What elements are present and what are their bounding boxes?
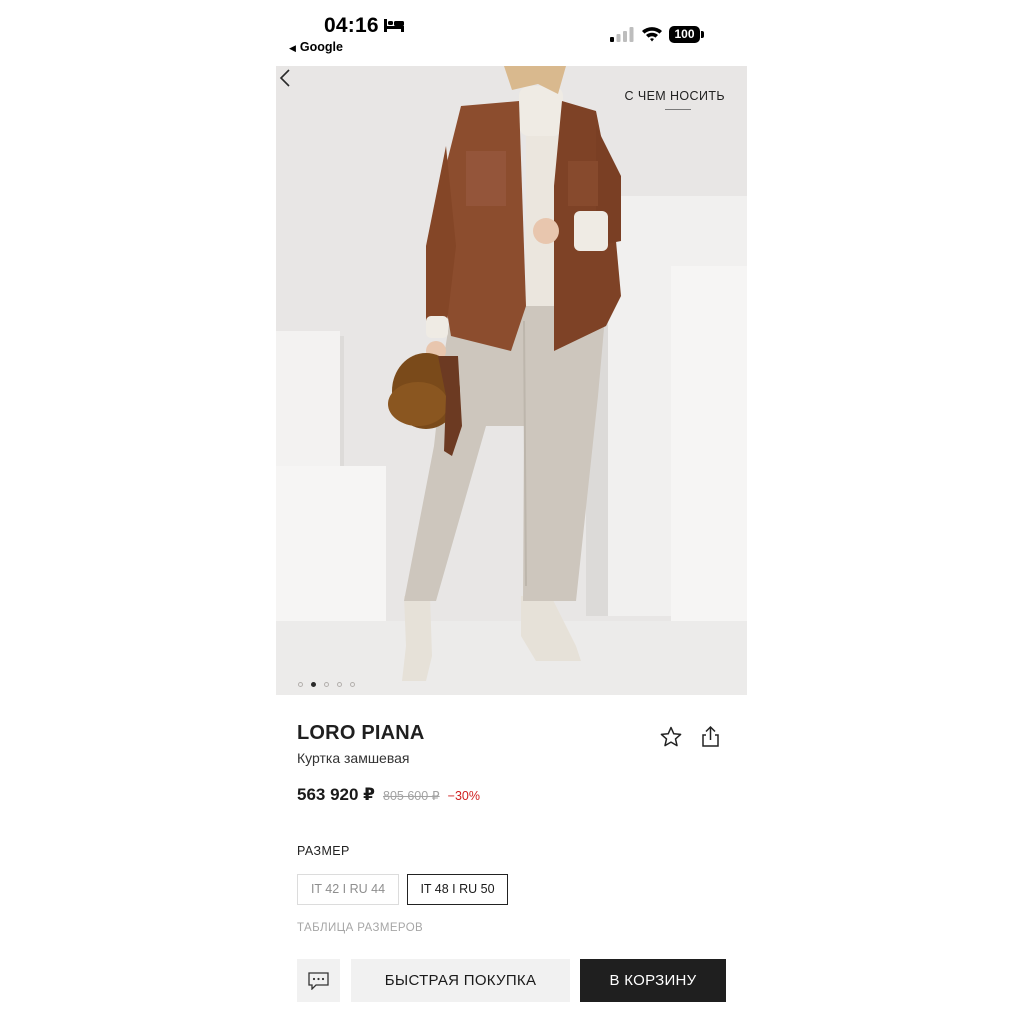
back-to-app-link[interactable]: ◀ Google	[289, 40, 343, 54]
size-option[interactable]: IT 42 I RU 44	[297, 874, 399, 905]
gallery-dot[interactable]	[337, 682, 342, 687]
wear-with-link[interactable]: С ЧЕМ НОСИТЬ	[625, 89, 725, 103]
product-image-gallery[interactable]: С ЧЕМ НОСИТЬ	[276, 66, 747, 695]
discount-badge: −30%	[447, 789, 480, 803]
current-price: 563 920 ₽	[297, 785, 376, 804]
product-photo	[276, 66, 747, 695]
price-row: 563 920 ₽ 805 600 ₽ −30%	[297, 785, 480, 805]
gallery-dot[interactable]	[324, 682, 329, 687]
battery-tip	[701, 31, 704, 38]
chat-button[interactable]	[297, 959, 340, 1002]
gallery-pagination	[298, 682, 355, 687]
share-icon[interactable]	[700, 725, 721, 749]
gallery-dot[interactable]	[350, 682, 355, 687]
add-to-cart-button[interactable]: В КОРЗИНУ	[580, 959, 726, 1002]
brand-name[interactable]: LORO PIANA	[297, 722, 425, 745]
back-triangle-icon: ◀	[289, 43, 296, 53]
signal-icon	[610, 27, 634, 42]
battery-icon: 100	[669, 26, 700, 43]
old-price: 805 600 ₽	[383, 789, 440, 803]
size-chart-link[interactable]: ТАБЛИЦА РАЗМЕРОВ	[297, 922, 423, 934]
status-time: 04:16	[324, 14, 379, 37]
gallery-dot-active[interactable]	[311, 682, 316, 687]
gallery-dot[interactable]	[298, 682, 303, 687]
battery-level: 100	[674, 27, 695, 41]
chat-icon	[308, 972, 329, 990]
product-name: Куртка замшевая	[297, 750, 410, 766]
favorite-star-icon[interactable]	[659, 725, 683, 749]
quick-buy-button[interactable]: БЫСТРАЯ ПОКУПКА	[351, 959, 570, 1002]
size-section-title: РАЗМЕР	[297, 844, 350, 858]
wear-with-underline	[665, 109, 691, 110]
wifi-icon	[642, 27, 662, 42]
bed-icon	[384, 19, 404, 32]
back-chevron-icon[interactable]	[276, 66, 296, 90]
back-app-label: Google	[299, 40, 343, 54]
size-option-selected[interactable]: IT 48 I RU 50	[407, 874, 508, 905]
